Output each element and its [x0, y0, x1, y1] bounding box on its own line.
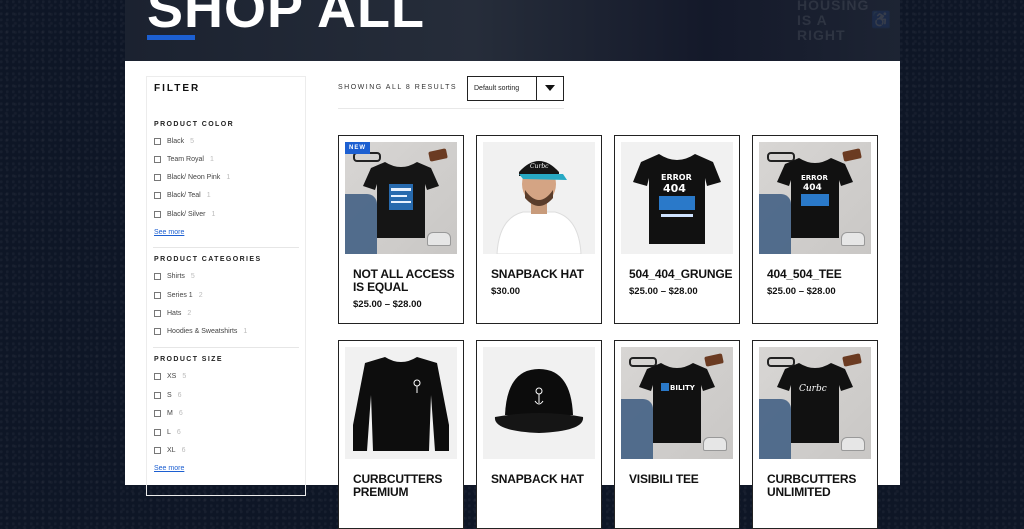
- checkbox[interactable]: [154, 372, 161, 380]
- svg-text:404: 404: [803, 183, 822, 193]
- product-title[interactable]: VISIBILI TEE: [629, 473, 733, 486]
- divider: [153, 347, 299, 348]
- checkbox[interactable]: [154, 137, 161, 145]
- result-count: SHOWING ALL 8 RESULTS: [338, 84, 458, 91]
- product-title[interactable]: CURBCUTTERS UNLIMITED: [767, 473, 871, 499]
- product-price: $25.00 – $28.00: [353, 299, 422, 310]
- product-title[interactable]: CURBCUTTERS PREMIUM: [353, 473, 457, 499]
- product-title[interactable]: 504_404_GRUNGE: [629, 268, 733, 281]
- svg-text:404: 404: [663, 182, 686, 195]
- product-price: $25.00 – $28.00: [629, 286, 698, 297]
- product-image[interactable]: ERROR 404: [621, 142, 733, 254]
- product-size-title: PRODUCT SIZE: [154, 356, 223, 363]
- product-card[interactable]: ERROR 404 504_404_GRUNGE $25.00 – $28.00: [614, 135, 740, 324]
- filter-category-series-1[interactable]: Series 12: [154, 290, 203, 300]
- size-see-more-link[interactable]: See more: [154, 465, 184, 472]
- person-with-cap-icon: Curbc: [496, 161, 582, 254]
- svg-text:Curbc: Curbc: [530, 163, 549, 170]
- tshirt-icon: Curbc: [777, 363, 853, 443]
- checkbox[interactable]: [154, 173, 161, 181]
- filter-color-team-royal[interactable]: Team Royal 1: [154, 154, 214, 164]
- product-image[interactable]: [345, 347, 457, 459]
- product-image[interactable]: Curbc: [483, 142, 595, 254]
- filter-size-xl[interactable]: XL 6: [154, 445, 185, 455]
- snapback-hat-icon: [494, 369, 584, 433]
- checkbox[interactable]: [154, 309, 161, 317]
- svg-text:Curbc: Curbc: [799, 384, 827, 394]
- tshirt-icon: ERROR 404: [633, 154, 721, 244]
- new-badge: NEW: [345, 142, 370, 154]
- checkbox[interactable]: [154, 391, 161, 399]
- product-image[interactable]: [345, 142, 457, 254]
- filter-color-black-silver[interactable]: Black/ Silver 1: [154, 209, 215, 219]
- filter-size-s[interactable]: S6: [154, 390, 182, 400]
- product-card[interactable]: NEW NOT ALL ACCESS IS EQUAL $25.00 – $28…: [338, 135, 464, 324]
- svg-text:ERROR: ERROR: [801, 174, 829, 182]
- hero-watermark: HOUSING IS A RIGHT: [797, 0, 870, 43]
- product-price: $30.00: [491, 286, 521, 297]
- main-panel: FILTER PRODUCT COLOR Black 5 Team Royal 1 …: [125, 61, 900, 529]
- sweatshirt-icon: [353, 357, 449, 451]
- filter-color-black-teal[interactable]: Black/ Teal 1: [154, 190, 211, 200]
- filter-color-black-neon-pink[interactable]: Black/ Neon Pink 1: [154, 172, 230, 182]
- product-title[interactable]: SNAPBACK HAT: [491, 268, 595, 281]
- page-title: SHOP ALL: [147, 0, 426, 39]
- filter-category-hats[interactable]: Hats 2: [154, 308, 191, 318]
- tshirt-icon: ERROR 404: [777, 158, 853, 238]
- product-categories-title: PRODUCT CATEGORIES: [154, 256, 262, 263]
- product-price: $25.00 – $28.00: [767, 286, 836, 297]
- dropdown-toggle[interactable]: [536, 77, 563, 100]
- checkbox[interactable]: [154, 210, 161, 218]
- product-color-title: PRODUCT COLOR: [154, 121, 235, 128]
- filter-sidebar: FILTER PRODUCT COLOR Black 5 Team Royal 1 …: [146, 76, 306, 496]
- checkbox[interactable]: [154, 409, 161, 417]
- color-see-more-link[interactable]: See more: [154, 229, 184, 236]
- filter-color-black[interactable]: Black 5: [154, 136, 194, 146]
- filter-title: FILTER: [154, 83, 201, 94]
- svg-text:ERROR: ERROR: [661, 173, 692, 182]
- product-title[interactable]: 404_504_TEE: [767, 268, 871, 281]
- product-image[interactable]: [483, 347, 595, 459]
- filter-size-l[interactable]: L6: [154, 427, 181, 437]
- product-card[interactable]: Curbc CURBCUTTERS UNLIMITED: [752, 340, 878, 529]
- checkbox[interactable]: [154, 272, 161, 280]
- sort-dropdown[interactable]: Default sorting: [467, 76, 564, 101]
- filter-size-xs[interactable]: XS 5: [154, 371, 186, 381]
- tshirt-icon: BILITY: [639, 363, 715, 443]
- product-card[interactable]: BILITY VISIBILI TEE: [614, 340, 740, 529]
- product-title[interactable]: NOT ALL ACCESS IS EQUAL: [353, 268, 457, 294]
- product-card[interactable]: CURBCUTTERS PREMIUM: [338, 340, 464, 529]
- product-title[interactable]: SNAPBACK HAT: [491, 473, 595, 486]
- chevron-down-icon: [545, 85, 555, 91]
- checkbox[interactable]: [154, 428, 161, 436]
- product-image[interactable]: BILITY: [621, 347, 733, 459]
- accessibility-icon: ♿: [871, 12, 891, 29]
- svg-text:BILITY: BILITY: [670, 384, 696, 392]
- checkbox[interactable]: [154, 191, 161, 199]
- checkbox[interactable]: [154, 155, 161, 163]
- product-image[interactable]: Curbc: [759, 347, 871, 459]
- checkbox[interactable]: [154, 446, 161, 454]
- divider: [153, 247, 299, 248]
- product-card[interactable]: Curbc SNAPBACK HAT $30.00: [476, 135, 602, 324]
- filter-category-hoodies[interactable]: Hoodies & Sweatshirts 1: [154, 326, 247, 336]
- product-card[interactable]: ERROR 404 404_504_TEE $25.00 – $28.00: [752, 135, 878, 324]
- filter-category-shirts[interactable]: Shirts 5: [154, 271, 195, 281]
- product-image[interactable]: ERROR 404: [759, 142, 871, 254]
- tshirt-icon: [363, 162, 439, 238]
- checkbox[interactable]: [154, 291, 161, 299]
- checkbox[interactable]: [154, 327, 161, 335]
- filter-size-m[interactable]: M6: [154, 408, 183, 418]
- toolbar-divider: [338, 108, 564, 109]
- title-underline: [147, 35, 195, 40]
- sort-selected-value: Default sorting: [474, 85, 520, 92]
- hero-banner: SHOP ALL HOUSING IS A RIGHT ♿: [125, 0, 900, 61]
- product-card[interactable]: SNAPBACK HAT: [476, 340, 602, 529]
